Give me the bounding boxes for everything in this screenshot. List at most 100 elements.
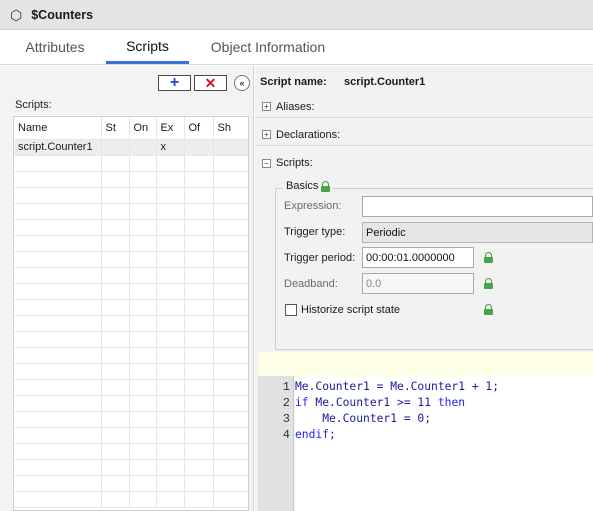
table-cell xyxy=(14,331,102,348)
tab-scripts[interactable]: Scripts xyxy=(106,30,189,64)
table-cell xyxy=(129,363,157,380)
line-number: 3 xyxy=(282,412,290,426)
code-text: ; xyxy=(329,428,336,441)
table-cell xyxy=(156,347,185,364)
table-cell xyxy=(156,331,185,348)
table-cell xyxy=(213,331,248,348)
empty-table-row xyxy=(14,427,248,444)
table-cell xyxy=(129,155,157,172)
table-cell xyxy=(101,187,130,204)
double-chevron-left-icon: « xyxy=(239,78,245,88)
table-cell xyxy=(213,459,248,476)
code-text: Me.Counter1 >= 11 xyxy=(308,396,438,409)
scripts-section-header[interactable]: − Scripts: xyxy=(255,152,593,174)
table-cell xyxy=(184,299,214,316)
lock-icon[interactable] xyxy=(484,278,493,289)
delete-script-button[interactable]: ✕ xyxy=(194,75,227,91)
table-cell xyxy=(101,491,130,508)
trigger-type-dropdown[interactable]: Periodic xyxy=(362,222,593,243)
table-cell xyxy=(14,155,102,172)
code-line: endif; xyxy=(295,428,336,441)
empty-table-row xyxy=(14,459,248,476)
table-cell xyxy=(213,347,248,364)
window-title: $Counters xyxy=(31,7,94,22)
empty-table-row xyxy=(14,267,248,284)
table-cell xyxy=(14,395,102,412)
table-cell xyxy=(184,203,214,220)
table-cell xyxy=(156,283,185,300)
table-cell xyxy=(184,459,214,476)
table-cell xyxy=(101,475,130,492)
historize-checkbox[interactable] xyxy=(285,304,297,316)
code-editor[interactable]: Me.Counter1 = Me.Counter1 + 1; if Me.Coun… xyxy=(295,376,593,511)
collapse-panel-button[interactable]: « xyxy=(234,75,250,91)
collapse-icon: − xyxy=(262,158,271,168)
table-cell xyxy=(213,283,248,300)
table-cell xyxy=(156,155,185,172)
table-cell xyxy=(14,203,102,220)
table-cell xyxy=(156,203,185,220)
line-number: 4 xyxy=(282,428,290,442)
table-cell xyxy=(184,379,214,396)
table-cell xyxy=(129,427,157,444)
empty-table-row xyxy=(14,171,248,188)
table-cell xyxy=(14,443,102,460)
empty-table-row xyxy=(14,395,248,412)
empty-table-row xyxy=(14,299,248,316)
table-cell xyxy=(129,475,157,492)
table-cell: x xyxy=(156,139,185,156)
table-cell xyxy=(129,379,157,396)
empty-table-row xyxy=(14,379,248,396)
deadband-input[interactable]: 0.0 xyxy=(362,273,474,294)
table-cell xyxy=(101,267,130,284)
column-header[interactable]: Ex xyxy=(156,117,185,140)
plus-icon: + xyxy=(169,74,180,91)
tab-attributes[interactable]: Attributes xyxy=(10,30,100,64)
table-cell xyxy=(129,171,157,188)
table-cell xyxy=(184,171,214,188)
table-cell xyxy=(129,219,157,236)
table-cell xyxy=(156,427,185,444)
declarations-section-header[interactable]: + Declarations: xyxy=(255,124,593,146)
table-cell xyxy=(14,219,102,236)
table-cell xyxy=(101,251,130,268)
trigger-period-label: Trigger period: xyxy=(284,252,356,264)
lock-icon[interactable] xyxy=(484,252,493,263)
table-cell xyxy=(184,283,214,300)
table-cell xyxy=(14,347,102,364)
table-cell xyxy=(101,427,130,444)
column-header[interactable]: On xyxy=(129,117,157,140)
table-cell xyxy=(156,395,185,412)
lock-icon[interactable] xyxy=(484,304,493,315)
table-cell xyxy=(129,347,157,364)
table-cell xyxy=(14,299,102,316)
column-header[interactable]: St xyxy=(101,117,130,140)
table-cell xyxy=(213,219,248,236)
table-cell xyxy=(156,363,185,380)
table-cell xyxy=(101,315,130,332)
aliases-section-header[interactable]: + Aliases: xyxy=(255,96,593,118)
column-header[interactable]: Of xyxy=(184,117,214,140)
empty-table-row xyxy=(14,411,248,428)
expression-input[interactable] xyxy=(362,196,593,217)
add-script-button[interactable]: + xyxy=(158,74,191,91)
table-cell xyxy=(129,139,157,156)
table-cell xyxy=(101,347,130,364)
table-cell xyxy=(184,443,214,460)
empty-table-row xyxy=(14,363,248,380)
table-cell xyxy=(101,395,130,412)
table-row[interactable]: script.Counter1 x xyxy=(14,139,248,156)
column-header[interactable]: Sh xyxy=(213,117,248,140)
empty-table-row xyxy=(14,475,248,492)
tab-object-information[interactable]: Object Information xyxy=(196,30,340,64)
table-cell xyxy=(184,155,214,172)
lock-icon[interactable] xyxy=(321,180,331,192)
column-header[interactable]: Name xyxy=(14,117,102,140)
table-cell xyxy=(184,411,214,428)
trigger-period-input[interactable]: 00:00:01.0000000 xyxy=(362,247,474,268)
table-cell xyxy=(184,363,214,380)
table-cell xyxy=(213,251,248,268)
scripts-list-label: Scripts: xyxy=(15,99,52,111)
empty-table-row xyxy=(14,251,248,268)
table-cell xyxy=(213,139,248,156)
